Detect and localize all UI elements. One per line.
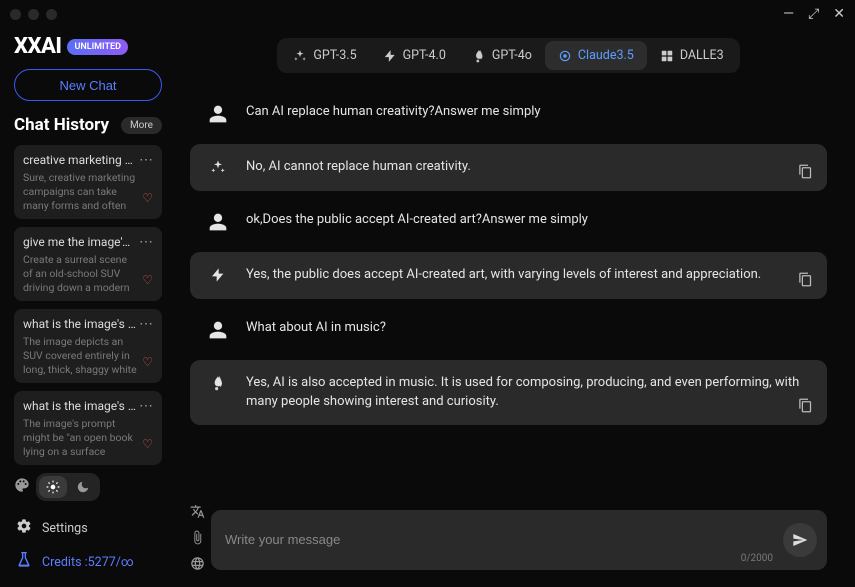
zoom-dot[interactable] [46,9,57,20]
titlebar: ― ⤢ ✕ [0,0,855,28]
bolt-icon [208,266,228,283]
credits-label: Credits :5277/∞ [42,555,134,570]
model-tab-claude35[interactable]: Claude3.5 [545,41,647,70]
minimize-icon[interactable]: ― [783,6,794,22]
sidebar: XXAI UNLIMITED New Chat Chat History Mor… [0,28,176,587]
ai-message: Yes, AI is also accepted in music. It is… [190,360,827,426]
user-message: Can AI replace human creativity?Answer m… [190,89,827,138]
dalle-icon [660,49,674,63]
heart-icon[interactable]: ♡ [142,355,153,369]
chat-thread: Can AI replace human creativity?Answer m… [176,89,841,500]
settings-label: Settings [42,521,88,536]
plan-badge: UNLIMITED [67,39,128,55]
chat-history-title: Chat History [14,115,109,135]
sparkle-icon [208,158,228,175]
message-text: Yes, AI is also accepted in music. It is… [246,374,809,412]
sparkle-icon [293,49,307,63]
message-text: No, AI cannot replace human creativity. [246,158,471,177]
history-item-menu-icon[interactable]: ⋯ [136,155,153,165]
heart-icon[interactable]: ♡ [142,191,153,205]
history-item-menu-icon[interactable]: ⋯ [136,319,153,329]
credits-item[interactable]: Credits :5277/∞ [14,545,162,579]
model-tab-label: GPT-3.5 [313,48,356,63]
user-message: What about AI in music? [190,305,827,354]
history-item[interactable]: give me the image's pro…⋯ Create a surrea… [14,227,162,301]
flask-icon [16,552,32,572]
message-input-wrap: 0/2000 [211,510,827,570]
model-tab-label: Claude3.5 [578,48,634,63]
model-tab-gpt4o[interactable]: GPT-4o [459,41,545,70]
window-controls: ― ⤢ ✕ [783,6,845,22]
send-button[interactable] [783,523,817,557]
expand-icon[interactable]: ⤢ [808,6,819,22]
copy-button[interactable] [798,272,813,291]
history-item-menu-icon[interactable]: ⋯ [136,401,153,411]
close-icon[interactable]: ✕ [833,6,845,22]
model-tab-gpt35[interactable]: GPT-3.5 [280,41,369,70]
copy-button[interactable] [798,164,813,183]
message-input[interactable] [225,532,813,547]
history-more-button[interactable]: More [121,117,162,134]
message-text: What about AI in music? [246,319,386,338]
minimize-dot[interactable] [28,9,39,20]
light-mode-button[interactable] [39,476,67,498]
user-icon [208,103,228,124]
user-icon [208,211,228,232]
model-tab-label: GPT-4o [492,48,532,63]
history-list: creative marketing camp…⋯Sure, creative … [14,145,162,465]
globe-icon[interactable] [190,556,205,575]
bolt-icon [383,49,397,63]
message-text: ok,Does the public accept AI-created art… [246,211,588,230]
message-text: Can AI replace human creativity?Answer m… [246,103,541,122]
history-item-title: what is the image's prom… [23,317,136,331]
app-logo: XXAI [14,34,61,59]
main-panel: GPT-3.5 GPT-4.0 GPT-4o Claude3.5 DALLE3 Can … [176,28,855,587]
composer: 0/2000 [176,500,841,587]
translate-icon[interactable] [190,504,205,523]
traffic-lights [10,9,57,20]
model-tab-dalle3[interactable]: DALLE3 [647,41,737,70]
history-item-title: give me the image's pro… [23,235,136,249]
settings-item[interactable]: Settings [14,511,162,545]
gear-icon [16,518,32,538]
history-item[interactable]: what is the image's prompt…⋯ The image's … [14,391,162,465]
history-item[interactable]: what is the image's prom…⋯ The image depi… [14,309,162,383]
history-item-menu-icon[interactable]: ⋯ [136,237,153,247]
model-tabs: GPT-3.5 GPT-4.0 GPT-4o Claude3.5 DALLE3 [176,28,841,89]
user-icon [208,319,228,340]
flame-icon [208,374,228,391]
palette-icon[interactable] [14,477,30,497]
char-count: 0/2000 [741,553,773,564]
copy-button[interactable] [798,398,813,417]
flame-icon [472,49,486,63]
history-item[interactable]: creative marketing camp…⋯ Sure, creative … [14,145,162,219]
model-tab-label: DALLE3 [680,48,724,63]
dark-mode-button[interactable] [69,476,97,498]
user-message: ok,Does the public accept AI-created art… [190,197,827,246]
claude-icon [558,49,572,63]
ai-message: Yes, the public does accept AI-created a… [190,252,827,299]
model-tab-gpt40[interactable]: GPT-4.0 [370,41,459,70]
message-text: Yes, the public does accept AI-created a… [246,266,761,285]
model-tab-label: GPT-4.0 [403,48,446,63]
history-item-preview: The image depicts an SUV covered entirel… [23,335,153,375]
history-item-title: what is the image's prompt… [23,399,136,413]
history-item-preview: Sure, creative marketing campaigns can t… [23,171,153,211]
new-chat-button[interactable]: New Chat [14,69,162,101]
ai-message: No, AI cannot replace human creativity. [190,144,827,191]
history-item-title: creative marketing camp… [23,153,136,167]
attachment-icon[interactable] [190,530,205,549]
heart-icon[interactable]: ♡ [142,273,153,287]
close-dot[interactable] [10,9,21,20]
history-item-preview: The image's prompt might be "an open boo… [23,417,153,457]
theme-toggle [36,473,100,501]
heart-icon[interactable]: ♡ [142,437,153,451]
history-item-preview: Create a surreal scene of an old-school … [23,253,153,293]
